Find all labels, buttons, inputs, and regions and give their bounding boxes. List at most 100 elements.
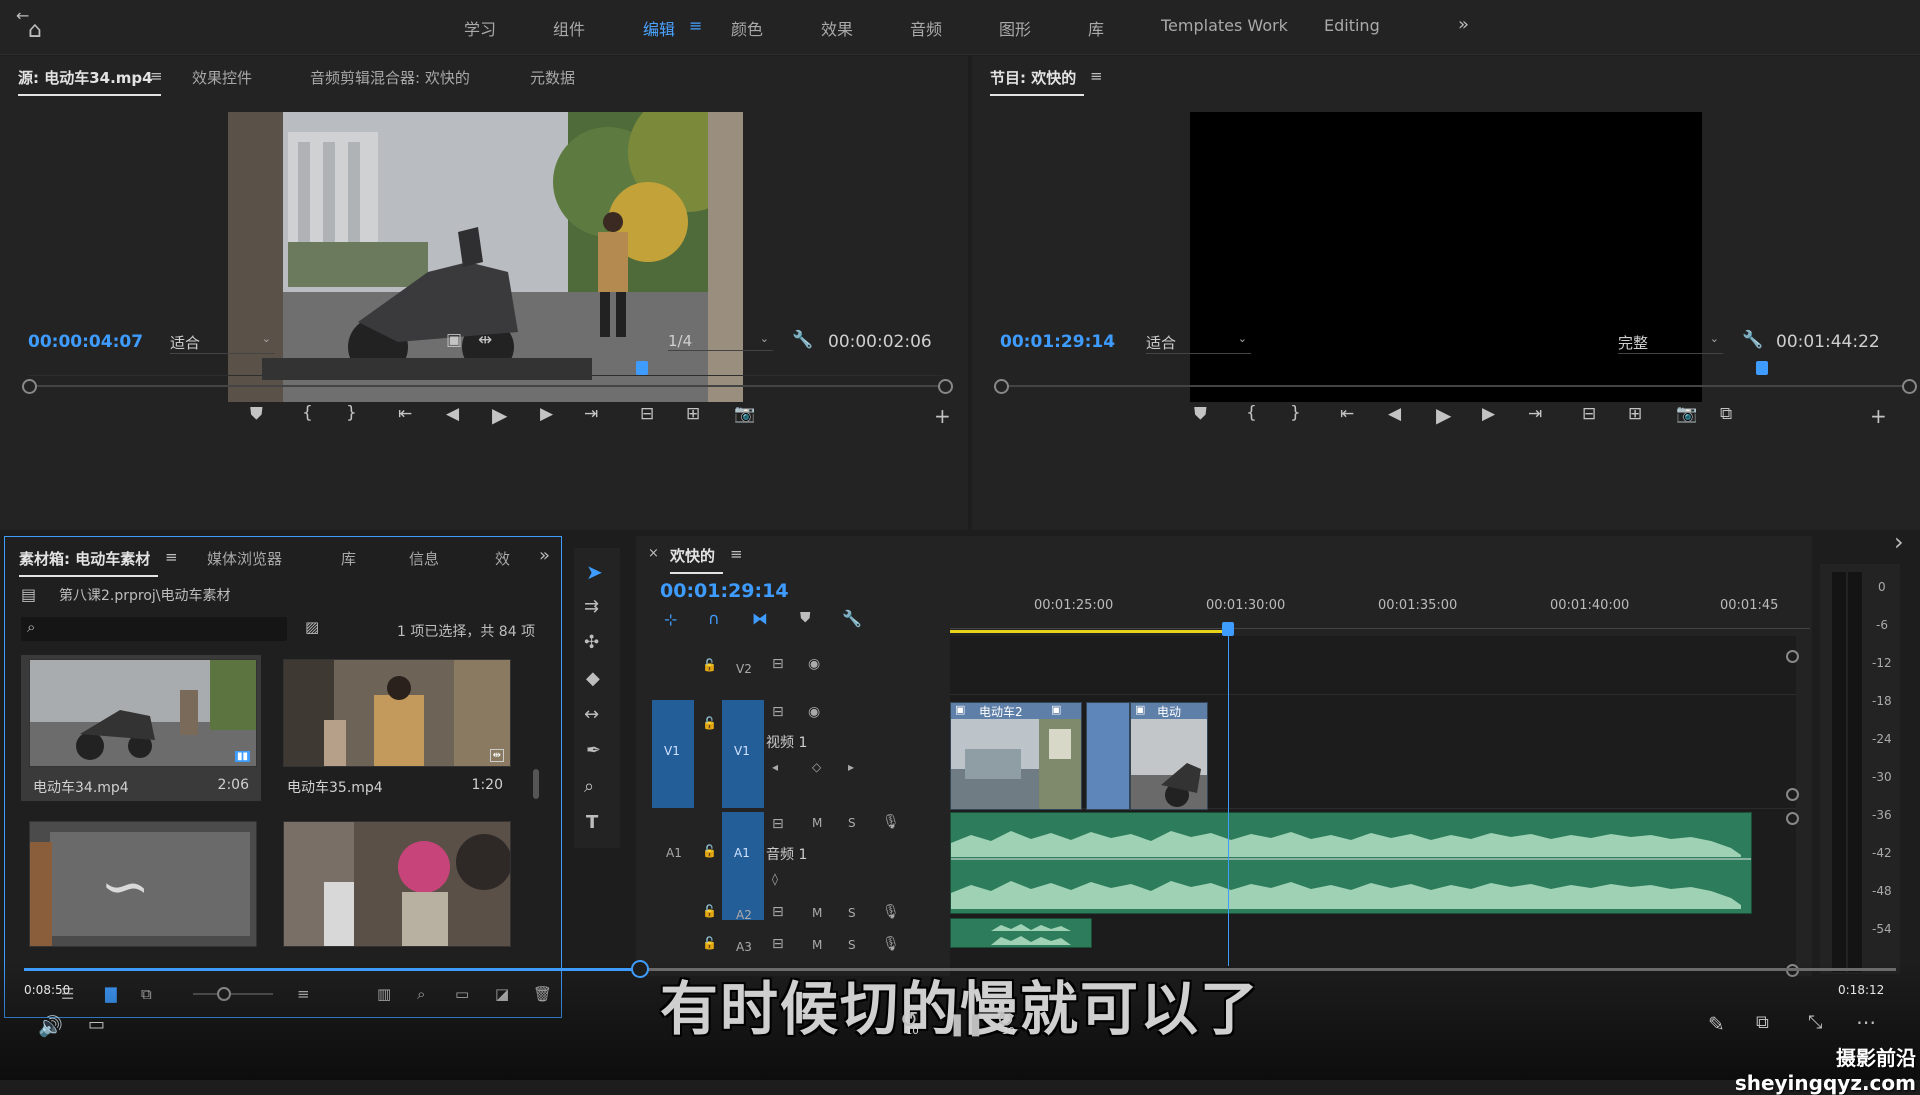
source-zoom-handle-left[interactable] bbox=[22, 379, 37, 394]
track-area[interactable]: ▣ 电动车2 ▣ ▣ 电动 bbox=[950, 622, 1796, 976]
lock-icon[interactable]: 🔓 bbox=[702, 904, 717, 918]
mute-button[interactable]: M bbox=[812, 938, 822, 952]
program-zoom-handle-left[interactable] bbox=[994, 379, 1009, 394]
nest-icon[interactable]: ⊹ bbox=[664, 610, 677, 629]
tab-info[interactable]: 信息 bbox=[409, 548, 439, 569]
ws-tab-assembly[interactable]: 组件 bbox=[553, 16, 585, 40]
wrench-icon[interactable]: 🔧 bbox=[1742, 330, 1763, 350]
zoom-tool-icon[interactable]: ⌕ bbox=[584, 776, 594, 797]
video-clip[interactable]: ▣ 电动 bbox=[1130, 702, 1208, 810]
track-label-v2[interactable]: V2 bbox=[736, 662, 752, 676]
selection-tool-icon[interactable]: ➤ bbox=[586, 560, 603, 584]
compare-view-icon[interactable]: ⧉ bbox=[1720, 404, 1732, 424]
source-in-out-range[interactable] bbox=[262, 358, 592, 380]
lift-icon[interactable]: ⊟ bbox=[1582, 404, 1596, 424]
ws-menu-icon[interactable]: ≡ bbox=[689, 16, 702, 35]
audio-scroll-handle[interactable] bbox=[1786, 812, 1799, 825]
ws-tab-edit[interactable]: 编辑 bbox=[643, 16, 675, 40]
play-icon[interactable]: ▶ bbox=[492, 403, 507, 427]
go-to-out-icon[interactable]: ⇥ bbox=[1528, 404, 1542, 424]
tab-libraries[interactable]: 库 bbox=[341, 548, 356, 569]
bin-scrollbar[interactable] bbox=[533, 769, 539, 799]
step-forward-icon[interactable]: ▶︎ bbox=[540, 404, 553, 424]
microphone-icon[interactable]: 🎙 bbox=[882, 814, 900, 830]
solo-button[interactable]: S bbox=[848, 816, 856, 830]
source-zoom-handle-right[interactable] bbox=[938, 379, 953, 394]
volume-keyframe-icon[interactable]: ◊ bbox=[772, 872, 778, 886]
tab-effects[interactable]: 效 bbox=[495, 548, 510, 569]
audio-clip[interactable] bbox=[950, 812, 1752, 914]
program-playhead[interactable] bbox=[1756, 361, 1768, 375]
source-playhead[interactable] bbox=[636, 361, 648, 375]
time-ruler[interactable] bbox=[950, 618, 1810, 629]
track-select-tool-icon[interactable]: ⇉ bbox=[584, 596, 599, 617]
slip-tool-icon[interactable]: ↔ bbox=[584, 704, 599, 725]
timeline-playhead-head[interactable] bbox=[1222, 622, 1234, 636]
export-frame-icon[interactable]: 📷 bbox=[734, 404, 755, 424]
microphone-icon[interactable]: 🎙 bbox=[882, 936, 900, 952]
skip-forward-button[interactable]: ↻ 30 bbox=[994, 1008, 1022, 1040]
keyframe-icon[interactable]: ◇ bbox=[812, 760, 821, 774]
go-to-out-icon[interactable]: ⇥ bbox=[584, 404, 598, 424]
tab-audio-clip-mixer[interactable]: 音频剪辑混合器: 欢快的 bbox=[310, 67, 470, 88]
source-playhead-timecode[interactable]: 00:00:04:07 bbox=[28, 332, 143, 352]
bin-menu-icon[interactable]: ≡ bbox=[165, 548, 178, 566]
add-marker-icon[interactable]: ⛊ bbox=[800, 610, 811, 626]
tab-metadata[interactable]: 元数据 bbox=[530, 67, 575, 88]
video-clip[interactable]: ▣ 电动车2 ▣ bbox=[950, 702, 1082, 810]
mute-button[interactable]: M bbox=[812, 816, 822, 830]
mark-in-icon[interactable]: { bbox=[1246, 403, 1257, 423]
step-back-icon[interactable]: ◀︎ bbox=[446, 404, 459, 424]
lock-icon[interactable]: 🔓 bbox=[702, 658, 717, 672]
program-zoom-handle-right[interactable] bbox=[1902, 379, 1917, 394]
source-menu-icon[interactable]: ≡ bbox=[150, 67, 163, 85]
ws-tab-editing[interactable]: Editing bbox=[1324, 16, 1380, 35]
tab-program[interactable]: 节目: 欢快的 bbox=[990, 67, 1085, 96]
microphone-icon[interactable]: 🎙 bbox=[882, 904, 900, 920]
pause-icon[interactable]: ❚❚ bbox=[948, 1012, 985, 1037]
program-quality-dropdown[interactable]: 完整 ⌄ bbox=[1618, 332, 1723, 354]
razor-tool-icon[interactable]: ◆ bbox=[586, 668, 600, 689]
timeline-playhead-timecode[interactable]: 00:01:29:14 bbox=[660, 580, 789, 602]
bin-search-input[interactable]: ⌕ bbox=[21, 617, 287, 641]
add-marker-icon[interactable]: ⛊ bbox=[1194, 404, 1207, 424]
mark-out-icon[interactable]: } bbox=[346, 403, 357, 423]
work-area-bar[interactable] bbox=[950, 630, 1222, 633]
snap-icon[interactable]: ∩ bbox=[708, 609, 720, 628]
pen-icon[interactable]: ✎ bbox=[1708, 1012, 1725, 1036]
volume-icon[interactable]: 🔊 bbox=[38, 1014, 63, 1038]
sequence-menu-icon[interactable]: ≡ bbox=[730, 545, 743, 563]
insert-icon[interactable]: ⊟ bbox=[640, 404, 654, 424]
media-item-selected[interactable]: ▮▮ 电动车34.mp4 2:06 bbox=[21, 655, 261, 801]
source-zoom-bar[interactable] bbox=[28, 385, 943, 387]
solo-button[interactable]: S bbox=[848, 938, 856, 952]
audio-clip-a2[interactable] bbox=[950, 918, 1092, 948]
more-panels-icon[interactable]: » bbox=[539, 545, 550, 566]
track-target-v1[interactable]: V1 bbox=[722, 700, 764, 808]
add-marker-icon[interactable]: ⛊ bbox=[250, 404, 263, 424]
ripple-edit-tool-icon[interactable]: ✣ bbox=[584, 632, 599, 653]
extract-icon[interactable]: ⊞ bbox=[1628, 404, 1642, 424]
sync-lock-icon[interactable]: ⊟ bbox=[772, 656, 784, 672]
solo-button[interactable]: S bbox=[848, 906, 856, 920]
eye-icon[interactable]: ◉ bbox=[808, 656, 820, 672]
step-back-icon[interactable]: ◀︎ bbox=[1388, 404, 1401, 424]
source-patch-a1[interactable]: A1 bbox=[666, 846, 682, 860]
button-editor-icon[interactable]: + bbox=[1870, 404, 1887, 428]
ws-tab-library[interactable]: 库 bbox=[1088, 16, 1104, 40]
lock-icon[interactable]: 🔓 bbox=[702, 716, 717, 730]
wrench-icon[interactable]: 🔧 bbox=[842, 609, 862, 628]
lock-icon[interactable]: 🔓 bbox=[702, 844, 717, 858]
go-to-in-icon[interactable]: ⇤ bbox=[1340, 404, 1354, 424]
ws-tab-learn[interactable]: 学习 bbox=[464, 16, 496, 40]
sync-lock-icon[interactable]: ⊟ bbox=[772, 816, 784, 832]
picture-in-picture-icon[interactable]: ⧉ bbox=[1756, 1012, 1769, 1033]
program-zoom-bar[interactable] bbox=[1000, 385, 1910, 387]
program-ruler[interactable] bbox=[1000, 358, 1910, 376]
ws-tab-graphics[interactable]: 图形 bbox=[999, 16, 1031, 40]
next-keyframe-icon[interactable]: ▸ bbox=[848, 760, 854, 774]
more-options-icon[interactable]: ⋯ bbox=[1856, 1010, 1876, 1034]
overwrite-icon[interactable]: ⊞ bbox=[686, 404, 700, 424]
skip-back-button[interactable]: ↺ 10 bbox=[898, 1008, 926, 1040]
safe-margins-icon[interactable]: ⇹ bbox=[478, 330, 492, 350]
